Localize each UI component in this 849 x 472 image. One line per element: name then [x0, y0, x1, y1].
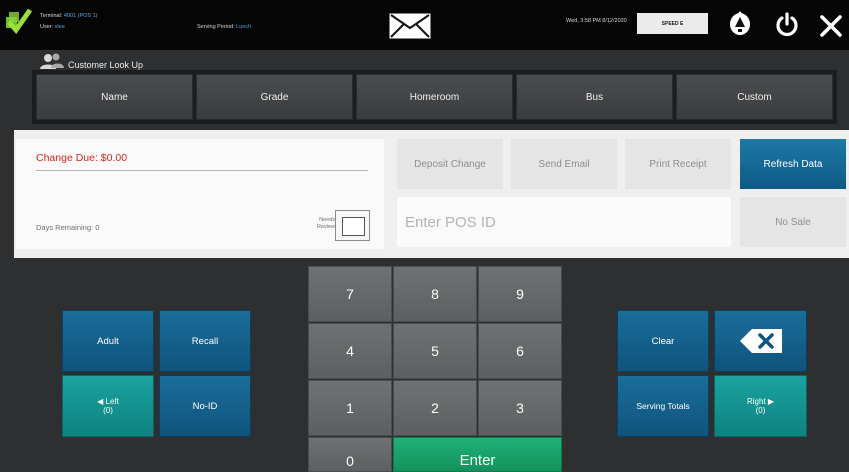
- keypad-2[interactable]: 2: [393, 380, 477, 436]
- alert-icon[interactable]: [726, 11, 754, 39]
- customer-lookup-tabs: Name Grade Homeroom Bus Custom: [32, 70, 837, 124]
- keypad-6[interactable]: 6: [478, 323, 562, 379]
- keypad-9[interactable]: 9: [478, 266, 562, 322]
- customers-icon: [40, 53, 64, 69]
- keypad-8[interactable]: 8: [393, 266, 477, 322]
- change-due: Change Due: $0.00: [36, 152, 128, 164]
- terminal-label: Terminal:: [40, 13, 63, 19]
- clear-button[interactable]: Clear: [617, 310, 709, 372]
- divider: [36, 170, 368, 171]
- app-logo-icon: [6, 8, 32, 34]
- refresh-data-button[interactable]: Refresh Data: [740, 139, 846, 189]
- no-sale-button[interactable]: No Sale: [740, 197, 846, 247]
- enter-button[interactable]: Enter: [393, 437, 562, 472]
- needs-review-label: Needs Review: [316, 217, 335, 230]
- terminal-info: Terminal: 4001 (POS 1): [40, 13, 97, 19]
- mail-icon[interactable]: [389, 13, 431, 39]
- right-button-count: (0): [755, 406, 766, 415]
- deposit-change-button[interactable]: Deposit Change: [397, 139, 503, 189]
- datetime-display: Wed, 3:58 PM 8/12/2020: [566, 18, 627, 24]
- backspace-button[interactable]: [714, 310, 807, 372]
- serving-period-value: Lunch: [236, 24, 252, 30]
- keypad-5[interactable]: 5: [393, 323, 477, 379]
- customer-lookup-title: Customer Look Up: [68, 60, 144, 70]
- power-icon[interactable]: [774, 12, 800, 38]
- lookup-tab-grade[interactable]: Grade: [196, 74, 353, 120]
- no-id-button[interactable]: No-ID: [159, 375, 251, 437]
- send-email-button[interactable]: Send Email: [511, 139, 617, 189]
- left-button[interactable]: ◀ Left (0): [62, 375, 154, 437]
- lookup-tab-bus[interactable]: Bus: [516, 74, 673, 120]
- keypad-7[interactable]: 7: [308, 266, 392, 322]
- user-label: User:: [40, 24, 54, 30]
- keypad-4[interactable]: 4: [308, 323, 392, 379]
- user-info: User: slee: [40, 24, 65, 30]
- recall-button[interactable]: Recall: [159, 310, 251, 372]
- left-button-label: ◀ Left: [97, 397, 119, 406]
- terminal-value: 4001 (POS 1): [63, 13, 98, 19]
- right-button-label: Right ▶: [746, 397, 775, 406]
- serving-period-info: Serving Period: Lunch: [197, 24, 251, 30]
- serving-totals-button[interactable]: Serving Totals: [617, 375, 709, 437]
- keypad-1[interactable]: 1: [308, 380, 392, 436]
- speed-button[interactable]: SPEED E: [637, 13, 708, 34]
- close-icon[interactable]: [818, 13, 844, 39]
- needs-review-checkbox[interactable]: [335, 210, 370, 241]
- lookup-tab-custom[interactable]: Custom: [676, 74, 833, 120]
- left-button-count: (0): [103, 406, 113, 415]
- keypad-3[interactable]: 3: [478, 380, 562, 436]
- keypad-0[interactable]: 0: [308, 437, 392, 472]
- days-remaining: Days Remaining: 0: [36, 223, 100, 232]
- pos-id-input[interactable]: [397, 197, 731, 247]
- print-receipt-button[interactable]: Print Receipt: [625, 139, 731, 189]
- right-button[interactable]: Right ▶ (0): [714, 375, 807, 437]
- top-bar: Terminal: 4001 (POS 1) User: slee Servin…: [0, 0, 849, 50]
- adult-button[interactable]: Adult: [62, 310, 154, 372]
- serving-period-label: Serving Period:: [197, 24, 235, 30]
- lookup-tab-homeroom[interactable]: Homeroom: [356, 74, 513, 120]
- user-value: slee: [54, 24, 65, 30]
- backspace-icon: [739, 329, 782, 353]
- lookup-tab-name[interactable]: Name: [36, 74, 193, 120]
